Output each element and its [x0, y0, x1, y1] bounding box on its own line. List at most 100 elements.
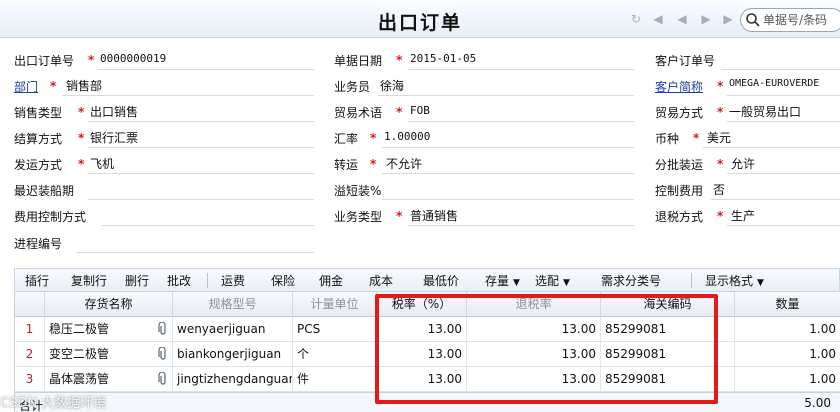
configure-dropdown[interactable]: 选配 ▼	[535, 272, 570, 289]
cell-spec[interactable]: biankongerjiguan	[173, 342, 293, 367]
cell-spec[interactable]: jingtizhengdanguan	[173, 367, 293, 392]
customer-short-value[interactable]: OMEGA-EUROVERDE	[729, 78, 819, 89]
page-title: 出口订单	[377, 12, 462, 34]
required-mark: *	[717, 105, 724, 119]
exchange-rate-field[interactable]: 汇率 * 1.00000	[334, 126, 634, 148]
paperclip-icon[interactable]	[158, 347, 168, 361]
paperclip-icon[interactable]	[158, 372, 168, 386]
required-mark: *	[693, 131, 700, 145]
control-fee-field[interactable]: 控制费用 否	[655, 178, 840, 200]
salesperson-field[interactable]: 业务员 徐海	[334, 74, 634, 96]
sales-type-value[interactable]: 出口销售	[90, 103, 138, 120]
commission-button[interactable]: 佣金	[319, 272, 343, 289]
control-fee-value[interactable]: 否	[713, 181, 725, 198]
cell-unit[interactable]: 个	[293, 342, 377, 367]
currency-field[interactable]: 币种 * 美元	[655, 126, 840, 148]
cell-hs-code[interactable]: 85299081	[601, 367, 735, 392]
transshipment-value[interactable]: 不允许	[386, 155, 422, 172]
department-field[interactable]: 部门 * 销售部	[14, 74, 314, 96]
tax-refund-method-value[interactable]: 生产	[731, 207, 755, 224]
process-no-field[interactable]: 进程编号	[14, 231, 314, 253]
trade-mode-field[interactable]: 贸易方式 * 一般贸易出口	[655, 100, 840, 122]
cell-tax-rate[interactable]: 13.00	[377, 367, 467, 392]
business-type-value[interactable]: 普通销售	[410, 207, 458, 224]
insert-row-button[interactable]: 插行	[25, 272, 49, 289]
currency-value[interactable]: 美元	[707, 129, 731, 146]
min-price-button[interactable]: 最低价	[423, 272, 459, 289]
doc-date-value[interactable]: 2015-01-05	[410, 52, 476, 65]
exchange-rate-value[interactable]: 1.00000	[384, 130, 430, 143]
cell-qty[interactable]: 1.00	[735, 342, 840, 367]
shipping-field[interactable]: 发运方式 * 飞机	[14, 152, 314, 174]
batch-edit-button[interactable]: 批改	[167, 272, 191, 289]
col-header-hs-code[interactable]: 海关编码	[601, 292, 735, 317]
table-row[interactable]: 1 稳压二极管 wenyaerjiguan PCS 13.00 13.00 85…	[15, 317, 840, 342]
settlement-field[interactable]: 结算方式 * 银行汇票	[14, 126, 314, 148]
department-link[interactable]: 部门	[14, 78, 38, 95]
cell-qty[interactable]: 1.00	[735, 367, 840, 392]
tax-refund-method-field[interactable]: 退税方式 * 生产	[655, 204, 840, 226]
salesperson-value[interactable]: 徐海	[380, 77, 404, 94]
cell-name[interactable]: 晶体震荡管	[45, 367, 173, 392]
freight-button[interactable]: 运费	[221, 272, 245, 289]
cell-refund-rate[interactable]: 13.00	[467, 342, 601, 367]
customer-short-field[interactable]: 客户简称 * OMEGA-EUROVERDE	[655, 74, 840, 96]
cost-button[interactable]: 成本	[369, 272, 393, 289]
cell-refund-rate[interactable]: 13.00	[467, 317, 601, 342]
settlement-value[interactable]: 银行汇票	[90, 129, 138, 146]
cell-tax-rate[interactable]: 13.00	[377, 342, 467, 367]
prev-page-icon[interactable]: ◀	[674, 11, 690, 27]
col-header-name[interactable]: 存货名称	[45, 292, 173, 317]
col-header-unit[interactable]: 计量单位	[293, 292, 377, 317]
col-header-tax-rate[interactable]: 税率（%）	[377, 292, 467, 317]
customer-order-no-field[interactable]: 客户订单号	[655, 48, 840, 70]
latest-ship-field[interactable]: 最迟装船期	[14, 178, 314, 200]
transshipment-field[interactable]: 转运 * 不允许	[334, 152, 634, 174]
trade-terms-field[interactable]: 贸易术语 * FOB	[334, 100, 634, 122]
cell-name[interactable]: 变空二极管	[45, 342, 173, 367]
item-name: 稳压二极管	[49, 322, 110, 336]
trade-terms-value[interactable]: FOB	[410, 104, 430, 117]
first-page-icon[interactable]: ◀︎	[650, 11, 666, 27]
insurance-button[interactable]: 保险	[271, 272, 295, 289]
doc-date-field[interactable]: 单据日期 * 2015-01-05	[334, 48, 634, 70]
shipping-label: 发运方式	[14, 158, 63, 172]
copy-row-button[interactable]: 复制行	[71, 272, 107, 289]
cell-tax-rate[interactable]: 13.00	[377, 317, 467, 342]
cell-unit[interactable]: 件	[293, 367, 377, 392]
col-header-qty[interactable]: 数量	[735, 292, 840, 317]
customer-short-link[interactable]: 客户简称	[655, 78, 703, 95]
table-row[interactable]: 2 变空二极管 biankongerjiguan 个 13.00 13.00 8…	[15, 342, 840, 367]
cell-qty[interactable]: 1.00	[735, 317, 840, 342]
refresh-icon[interactable]: ↻	[628, 11, 644, 27]
table-row[interactable]: 3 晶体震荡管 jingtizhengdanguan 件 13.00 13.00…	[15, 367, 840, 392]
partial-shipment-field[interactable]: 分批装运 * 允许	[655, 152, 840, 174]
col-header-refund-rate[interactable]: 退税率	[467, 292, 601, 317]
cell-hs-code[interactable]: 85299081	[601, 342, 735, 367]
fee-control-method-field[interactable]: 费用控制方式	[14, 204, 314, 226]
cell-refund-rate[interactable]: 13.00	[467, 367, 601, 392]
paperclip-icon[interactable]	[158, 322, 168, 336]
cell-name[interactable]: 稳压二极管	[45, 317, 173, 342]
demand-class-button[interactable]: 需求分类号	[601, 272, 661, 289]
display-format-dropdown[interactable]: 显示格式 ▼	[705, 272, 764, 289]
next-page-icon[interactable]: ▶	[698, 11, 714, 27]
department-value[interactable]: 销售部	[66, 77, 102, 94]
order-no-value[interactable]: 0000000019	[100, 52, 166, 65]
col-header-spec[interactable]: 规格型号	[173, 292, 293, 317]
partial-shipment-value[interactable]: 允许	[731, 155, 755, 172]
business-type-field[interactable]: 业务类型 * 普通销售	[334, 204, 634, 226]
overshort-field[interactable]: 溢短装%	[334, 178, 634, 200]
cell-unit[interactable]: PCS	[293, 317, 377, 342]
cell-hs-code[interactable]: 85299081	[601, 317, 735, 342]
sales-type-field[interactable]: 销售类型 * 出口销售	[14, 100, 314, 122]
order-no-field[interactable]: 出口订单号 * 0000000019	[14, 48, 314, 70]
search-box[interactable]	[740, 8, 840, 32]
cell-spec[interactable]: wenyaerjiguan	[173, 317, 293, 342]
delete-row-button[interactable]: 删行	[125, 272, 149, 289]
search-input[interactable]	[763, 12, 840, 28]
trade-mode-value[interactable]: 一般贸易出口	[729, 103, 801, 120]
last-page-icon[interactable]: ▶︎	[720, 11, 736, 27]
stock-dropdown[interactable]: 存量 ▼	[485, 272, 520, 289]
shipping-value[interactable]: 飞机	[90, 155, 114, 172]
